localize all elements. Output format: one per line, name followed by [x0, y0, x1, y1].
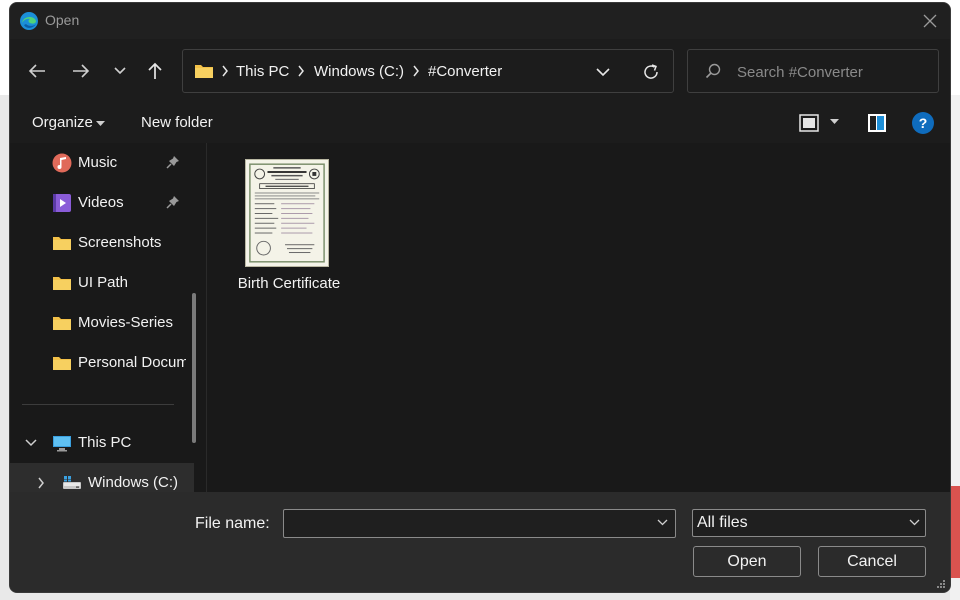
- organize-button[interactable]: Organize: [32, 114, 93, 131]
- forward-button[interactable]: [66, 56, 96, 86]
- sidebar-item-label: Windows (C:): [88, 474, 179, 491]
- command-bar: Organize New folder ?: [10, 103, 950, 143]
- view-mode-button[interactable]: [798, 112, 820, 134]
- search-box[interactable]: [687, 49, 939, 93]
- help-button[interactable]: ?: [912, 112, 934, 134]
- open-file-dialog: Open This PC Windows (C:) #Converter Sea…: [9, 2, 951, 593]
- back-button[interactable]: [22, 56, 52, 86]
- sidebar-item-movies-series[interactable]: Movies-Series: [10, 303, 194, 343]
- window-title: Open: [45, 12, 80, 28]
- folder-icon: [53, 317, 71, 330]
- chevron-right-icon: [413, 65, 419, 77]
- music-icon: [52, 153, 72, 173]
- arrow-up-icon: [148, 62, 162, 79]
- pin-icon[interactable]: [166, 155, 180, 169]
- sidebar-item-label: Personal Documents: [78, 354, 186, 371]
- document-thumbnail: [245, 159, 329, 267]
- chevron-right-icon[interactable]: [37, 477, 45, 489]
- file-name-label: File name:: [195, 515, 270, 532]
- title-bar: Open: [10, 3, 950, 39]
- file-item[interactable]: Birth Certificate: [238, 159, 343, 299]
- pc-icon: [53, 436, 71, 452]
- close-button[interactable]: [910, 3, 950, 39]
- new-folder-button[interactable]: New folder: [141, 114, 213, 131]
- pin-icon[interactable]: [166, 195, 180, 209]
- chevron-down-icon[interactable]: [657, 519, 668, 526]
- file-name-combobox[interactable]: [283, 509, 676, 538]
- recent-locations-button[interactable]: [105, 56, 135, 86]
- sidebar-item-windows-c[interactable]: Windows (C:): [10, 463, 194, 492]
- preview-pane-button[interactable]: [866, 112, 888, 134]
- folder-icon: [53, 237, 71, 250]
- folder-icon: [53, 277, 71, 290]
- cancel-button[interactable]: Cancel: [818, 546, 926, 577]
- sidebar-scrollbar[interactable]: [192, 293, 196, 443]
- sidebar-item-ui-path[interactable]: UI Path: [10, 263, 194, 303]
- refresh-button[interactable]: [639, 61, 663, 83]
- file-type-value: All files: [697, 514, 748, 531]
- search-input[interactable]: [737, 61, 927, 83]
- sidebar-item-label: UI Path: [78, 274, 129, 291]
- sidebar-item-this-pc[interactable]: This PC: [10, 423, 194, 463]
- chevron-right-icon: [222, 65, 228, 77]
- sidebar-item-label: Movies-Series: [78, 314, 174, 331]
- file-name-input[interactable]: [288, 513, 648, 534]
- breadcrumb-converter[interactable]: #Converter: [428, 63, 502, 80]
- breadcrumb-windows-c[interactable]: Windows (C:): [314, 63, 404, 80]
- background-red-banner: [950, 486, 960, 578]
- chevron-down-icon: [596, 67, 610, 76]
- up-button[interactable]: [140, 56, 170, 86]
- search-icon: [705, 63, 721, 79]
- breadcrumb-this-pc[interactable]: This PC: [236, 63, 289, 80]
- chevron-down-icon: [909, 519, 920, 526]
- address-bar[interactable]: This PC Windows (C:) #Converter: [182, 49, 674, 93]
- chevron-right-icon: [298, 65, 304, 77]
- navigation-pane: Music Videos Screenshots UI Path Movies-…: [10, 143, 206, 492]
- chevron-down-icon: [114, 67, 126, 75]
- sidebar-item-screenshots[interactable]: Screenshots: [10, 223, 194, 263]
- resize-grip-icon[interactable]: [936, 579, 946, 589]
- sidebar-divider: [22, 404, 174, 405]
- folder-icon: [195, 65, 213, 78]
- edge-browser-icon: [20, 12, 38, 30]
- sidebar-item-videos[interactable]: Videos: [10, 183, 194, 223]
- caret-down-icon: [96, 121, 105, 126]
- dialog-footer: File name: All files Open Cancel: [10, 492, 950, 592]
- arrow-right-icon: [73, 64, 90, 78]
- drive-icon: [63, 476, 81, 489]
- chevron-down-icon[interactable]: [25, 439, 37, 447]
- arrow-left-icon: [28, 64, 45, 78]
- file-list: Birth Certificate: [207, 143, 950, 492]
- sidebar-item-label: This PC: [78, 434, 132, 451]
- file-type-select[interactable]: All files: [692, 509, 926, 537]
- sidebar-item-music[interactable]: Music: [10, 143, 194, 183]
- close-icon: [923, 14, 937, 28]
- sidebar-item-label: Screenshots: [78, 234, 162, 251]
- address-history-dropdown[interactable]: [591, 62, 615, 82]
- caret-down-icon[interactable]: [830, 119, 839, 124]
- refresh-icon: [644, 64, 658, 79]
- navigation-bar: This PC Windows (C:) #Converter: [10, 39, 950, 103]
- file-name-label: Birth Certificate: [237, 275, 341, 292]
- videos-icon: [53, 194, 71, 212]
- open-button[interactable]: Open: [693, 546, 801, 577]
- folder-icon: [53, 357, 71, 370]
- sidebar-item-personal-documents[interactable]: Personal Documents: [10, 343, 194, 383]
